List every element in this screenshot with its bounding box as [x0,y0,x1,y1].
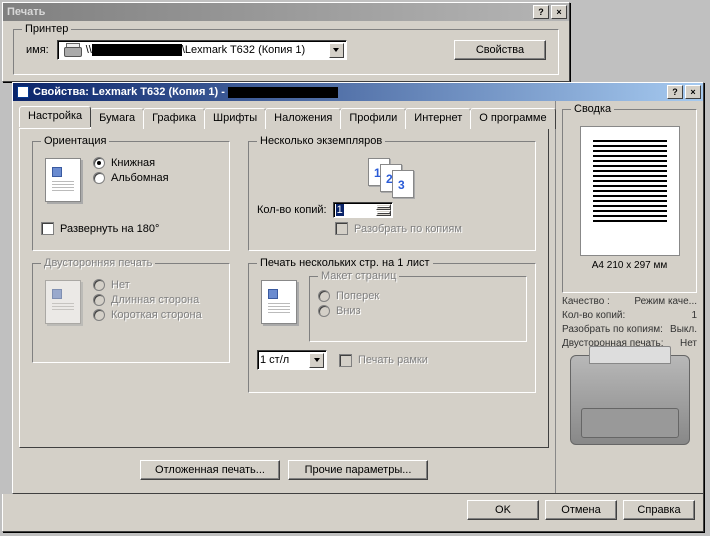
properties-titlebar: Свойства: Lexmark T632 (Копия 1) - ? × [13,83,703,101]
nup-legend: Печать нескольких стр. на 1 лист [257,257,433,269]
tab-profiles[interactable]: Профили [340,108,406,129]
summary-quality-val: Режим каче... [634,296,697,307]
duplex-none-radio: Нет [93,279,202,291]
copies-count-label: Кол-во копий: [257,204,327,216]
close-button[interactable]: × [551,5,567,19]
window-icon [17,86,29,98]
summary-info: Качество : Режим каче... Кол-во копий: 1 Р… [556,296,703,349]
duplex-group: Двусторонняя печать Нет Длинная сторон [32,263,230,363]
ok-button[interactable]: OK [467,500,539,520]
page-preview-icon [45,158,81,202]
tab-strip: Настройка Бумага Графика Шрифты Наложени… [19,108,555,129]
printer-group: Принтер имя: \\ \Lexmark T632 (Копия 1) … [13,29,559,75]
nup-border-checkbox: Печать рамки [339,354,428,367]
other-params-button[interactable]: Прочие параметры... [288,460,428,480]
copies-count-input[interactable]: 1 [333,202,393,218]
print-dialog: Печать ? × Принтер имя: \\ \Lexmark T632… [2,2,570,82]
setup-tab-panel: Ориентация Книжная [19,128,549,448]
orientation-landscape-radio[interactable]: Альбомная [93,172,169,184]
copies-legend: Несколько экземпляров [257,135,385,147]
summary-duplex-val: Нет [680,338,697,349]
tab-fonts[interactable]: Шрифты [204,108,266,129]
properties-button[interactable]: Свойства [454,40,546,60]
summary-copies-key: Кол-во копий: [562,310,625,321]
properties-dialog: Свойства: Lexmark T632 (Копия 1) - ? × Н… [12,82,704,494]
dropdown-arrow-icon[interactable] [329,43,344,58]
summary-group: Сводка A4 210 x 297 мм [562,109,697,293]
summary-copies-val: 1 [691,310,697,321]
duplex-legend: Двусторонняя печать [41,257,155,269]
nup-layout-legend: Макет страниц [318,270,399,282]
summary-collate-val: Выкл. [670,324,697,335]
help-button[interactable]: Справка [623,500,695,520]
duplex-short-radio: Короткая сторона [93,309,202,321]
dropdown-arrow-icon[interactable] [309,353,324,368]
tab-setup[interactable]: Настройка [19,106,91,127]
print-dialog-title: Печать [7,6,45,18]
duplex-long-radio: Длинная сторона [93,294,202,306]
nup-across-radio: Поперек [318,290,518,302]
tab-overlays[interactable]: Наложения [265,108,341,129]
orientation-portrait-radio[interactable]: Книжная [93,157,169,169]
spin-down[interactable] [376,210,391,216]
print-dialog-titlebar: Печать ? × [3,3,569,21]
tab-internet[interactable]: Интернет [405,108,471,129]
page-preview [580,126,680,256]
copies-group: Несколько экземпляров 123 Кол-во копий: … [248,141,536,251]
nup-down-radio: Вниз [318,305,518,317]
summary-legend: Сводка [571,103,614,115]
nup-group: Печать нескольких стр. на 1 лист Макет с… [248,263,536,393]
printer-name-dropdown[interactable]: \\ \Lexmark T632 (Копия 1) [57,40,347,60]
tab-graphics[interactable]: Графика [143,108,205,129]
dialog-button-bar: OK Отмена Справка [2,494,704,532]
cancel-button[interactable]: Отмена [545,500,617,520]
help-button[interactable]: ? [667,85,683,99]
orientation-group: Ориентация Книжная [32,141,230,251]
duplex-preview-icon [45,280,81,324]
close-button[interactable]: × [685,85,701,99]
printer-name-label: имя: [26,44,49,56]
tab-about[interactable]: О программе [470,108,555,129]
tab-paper[interactable]: Бумага [90,108,144,129]
copies-icon: 123 [362,158,422,198]
rotate-180-checkbox[interactable]: Развернуть на 180° [41,222,221,235]
printer-illustration [570,355,690,445]
properties-title: Свойства: Lexmark T632 (Копия 1) - [33,86,225,98]
nup-preview-icon [261,280,297,324]
nup-layout-group: Макет страниц Поперек Вниз [309,276,527,342]
orientation-legend: Ориентация [41,135,109,147]
printer-group-legend: Принтер [22,23,71,35]
printer-name-text: \Lexmark T632 (Копия 1) [182,44,305,56]
delayed-print-button[interactable]: Отложенная печать... [140,460,280,480]
paper-size-label: A4 210 x 297 мм [571,260,688,271]
summary-quality-key: Качество : [562,296,610,307]
summary-collate-key: Разобрать по копиям: [562,324,663,335]
printer-icon [64,43,82,57]
help-button[interactable]: ? [533,5,549,19]
nup-per-sheet-dropdown[interactable]: 1 ст/л [257,350,327,370]
collate-checkbox: Разобрать по копиям [335,222,527,235]
